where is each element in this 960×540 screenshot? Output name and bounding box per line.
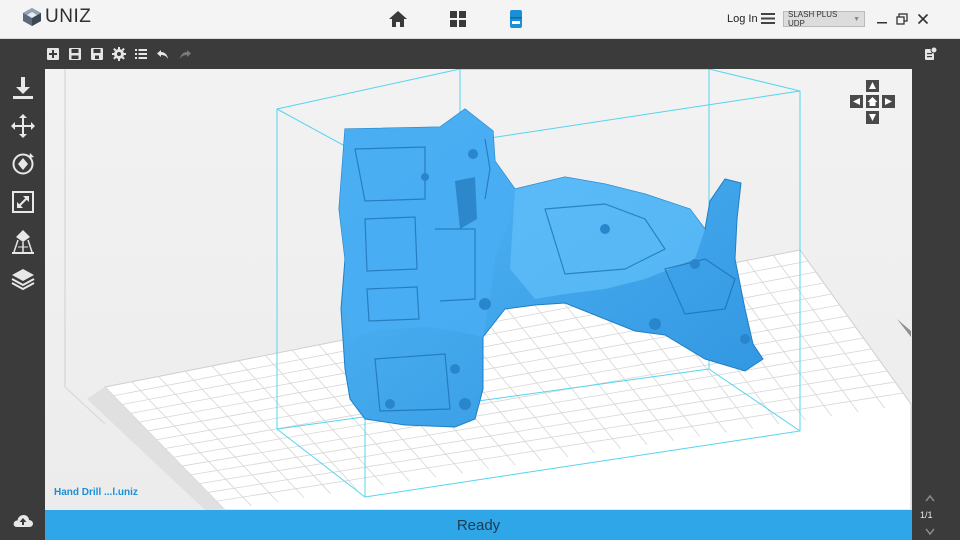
save-icon[interactable] bbox=[68, 47, 82, 61]
minimize-icon[interactable] bbox=[876, 13, 888, 25]
right-panel bbox=[912, 69, 960, 540]
redo-icon[interactable] bbox=[178, 47, 192, 61]
view-navigator[interactable] bbox=[850, 80, 895, 124]
uniz-cube-icon bbox=[23, 8, 41, 26]
task-notification-icon[interactable] bbox=[922, 46, 938, 62]
printer-select[interactable]: SLASH PLUS UDP ▼ bbox=[783, 10, 865, 28]
scroll-down-icon[interactable] bbox=[925, 528, 935, 536]
import-icon[interactable] bbox=[10, 75, 36, 101]
settings-icon[interactable] bbox=[112, 47, 126, 61]
page-counter: 1/1 bbox=[920, 510, 933, 520]
printer-icon[interactable] bbox=[505, 8, 527, 30]
layers-icon[interactable] bbox=[10, 267, 36, 293]
scroll-up-icon[interactable] bbox=[925, 494, 935, 502]
app-window: UNIZ Log In SLASH PLUS UDP ▼ Hand Drill … bbox=[0, 0, 960, 540]
app-name: UNIZ bbox=[45, 6, 92, 27]
scale-icon[interactable] bbox=[10, 189, 36, 215]
chevron-down-icon: ▼ bbox=[853, 15, 860, 23]
home-icon[interactable] bbox=[387, 8, 409, 30]
3d-viewport[interactable]: Hand Drill ...l.uniz bbox=[45, 69, 912, 510]
upload-icon[interactable] bbox=[12, 510, 34, 532]
close-icon[interactable] bbox=[917, 13, 929, 25]
list-icon[interactable] bbox=[134, 47, 148, 61]
toolbar bbox=[0, 40, 960, 69]
support-icon[interactable] bbox=[10, 229, 36, 255]
scene-canvas[interactable] bbox=[45, 69, 912, 510]
left-tool-sidebar bbox=[0, 69, 45, 540]
apps-grid-icon[interactable] bbox=[447, 8, 469, 30]
menu-icon[interactable] bbox=[761, 12, 775, 25]
printer-select-value: SLASH PLUS UDP bbox=[788, 10, 838, 28]
add-model-icon[interactable] bbox=[46, 47, 60, 61]
save-as-icon[interactable] bbox=[90, 47, 104, 61]
status-text: Ready bbox=[456, 516, 501, 534]
model-filename: Hand Drill ...l.uniz bbox=[54, 487, 138, 498]
move-icon[interactable] bbox=[10, 113, 36, 139]
app-logo: UNIZ bbox=[22, 6, 91, 28]
restore-icon[interactable] bbox=[896, 13, 908, 25]
rotate-icon[interactable] bbox=[10, 151, 36, 177]
undo-icon[interactable] bbox=[156, 47, 170, 61]
status-bar: Ready bbox=[45, 510, 912, 540]
title-bar: UNIZ Log In SLASH PLUS UDP ▼ bbox=[0, 0, 960, 39]
login-link[interactable]: Log In bbox=[727, 13, 758, 25]
